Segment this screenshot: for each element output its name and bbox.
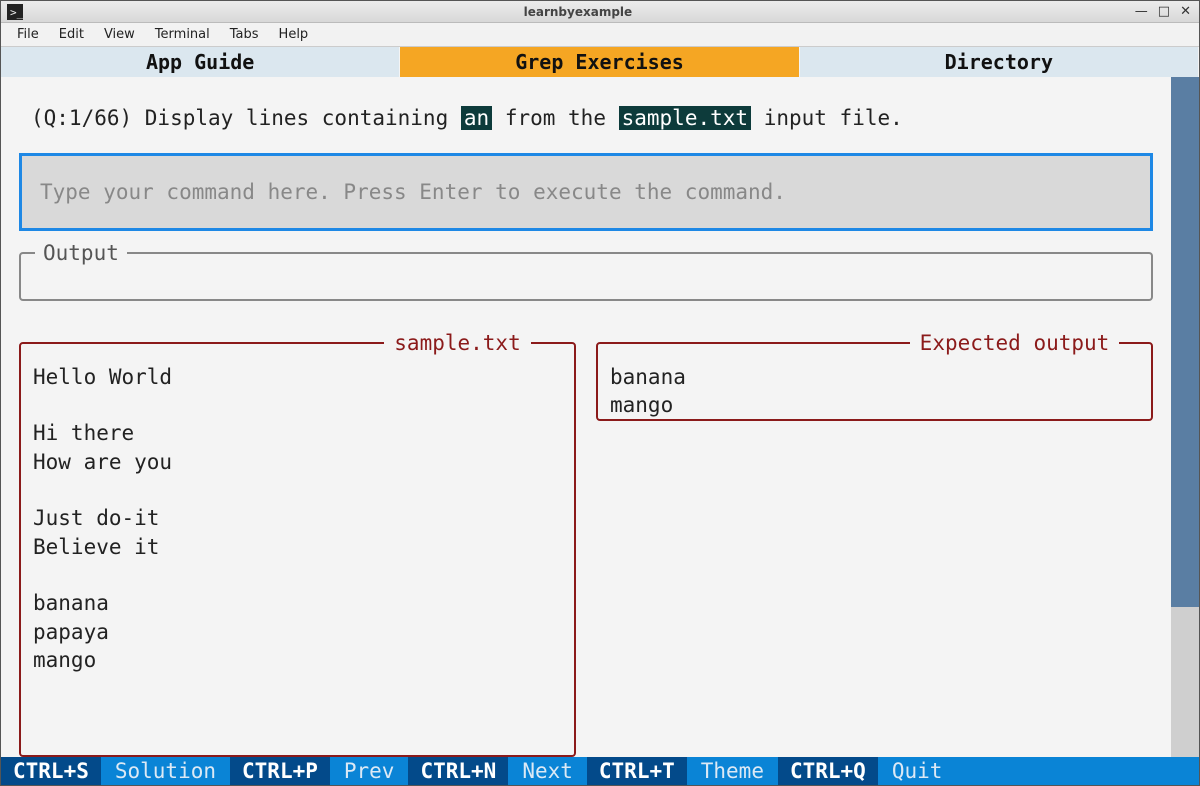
question-text: (Q:1/66) Display lines containing an fro…: [31, 103, 1141, 135]
menu-file[interactable]: File: [9, 25, 47, 44]
command-input[interactable]: [19, 153, 1153, 231]
expected-legend: Expected output: [910, 331, 1120, 355]
lower-panels: sample.txt Hello World Hi there How are …: [19, 331, 1153, 758]
question-highlight-2: sample.txt: [619, 106, 751, 130]
main-panel: (Q:1/66) Display lines containing an fro…: [1, 77, 1171, 757]
scrollbar-thumb[interactable]: [1171, 77, 1199, 607]
close-icon[interactable]: ✕: [1180, 4, 1191, 19]
expected-panel: Expected output banana mango: [596, 331, 1153, 421]
sample-text: Hello World Hi there How are you Just do…: [33, 363, 562, 675]
app-window: >_ learnbyexample — □ ✕ File Edit View T…: [0, 0, 1200, 786]
question-mid: from the: [492, 106, 618, 130]
shortcut-solution[interactable]: CTRL+SSolution: [1, 757, 230, 785]
menu-edit[interactable]: Edit: [51, 25, 92, 44]
output-legend: Output: [35, 241, 127, 265]
menubar: File Edit View Terminal Tabs Help: [1, 23, 1199, 47]
menu-help[interactable]: Help: [271, 25, 317, 44]
sample-panel: sample.txt Hello World Hi there How are …: [19, 331, 576, 758]
command-input-wrap: [19, 153, 1153, 231]
window-title: learnbyexample: [29, 5, 1127, 19]
app-body: App Guide Grep Exercises Directory (Q:1/…: [1, 47, 1199, 785]
question-prefix: (Q:1/66) Display lines containing: [31, 106, 461, 130]
menu-terminal[interactable]: Terminal: [147, 25, 218, 44]
vertical-scrollbar[interactable]: [1171, 77, 1199, 757]
sample-legend: sample.txt: [384, 331, 530, 355]
question-suffix: input file.: [751, 106, 903, 130]
shortcut-theme[interactable]: CTRL+TTheme: [587, 757, 778, 785]
output-panel: Output: [19, 241, 1153, 301]
shortcut-prev[interactable]: CTRL+PPrev: [230, 757, 408, 785]
footer-shortcuts: CTRL+SSolution CTRL+PPrev CTRL+NNext CTR…: [1, 757, 1199, 785]
tab-app-guide[interactable]: App Guide: [1, 47, 400, 77]
shortcut-quit[interactable]: CTRL+QQuit: [778, 757, 956, 785]
titlebar[interactable]: >_ learnbyexample — □ ✕: [1, 1, 1199, 23]
tab-grep-exercises[interactable]: Grep Exercises: [400, 47, 799, 77]
content-area: (Q:1/66) Display lines containing an fro…: [1, 77, 1199, 757]
minimize-icon[interactable]: —: [1135, 4, 1148, 19]
tab-bar: App Guide Grep Exercises Directory: [1, 47, 1199, 77]
terminal-icon: >_: [7, 4, 23, 20]
question-highlight-1: an: [461, 106, 492, 130]
menu-view[interactable]: View: [96, 25, 143, 44]
tab-directory[interactable]: Directory: [800, 47, 1199, 77]
shortcut-next[interactable]: CTRL+NNext: [408, 757, 586, 785]
maximize-icon[interactable]: □: [1158, 4, 1170, 19]
menu-tabs[interactable]: Tabs: [222, 25, 267, 44]
expected-text: banana mango: [610, 363, 1139, 420]
svg-text:>_: >_: [10, 6, 23, 19]
